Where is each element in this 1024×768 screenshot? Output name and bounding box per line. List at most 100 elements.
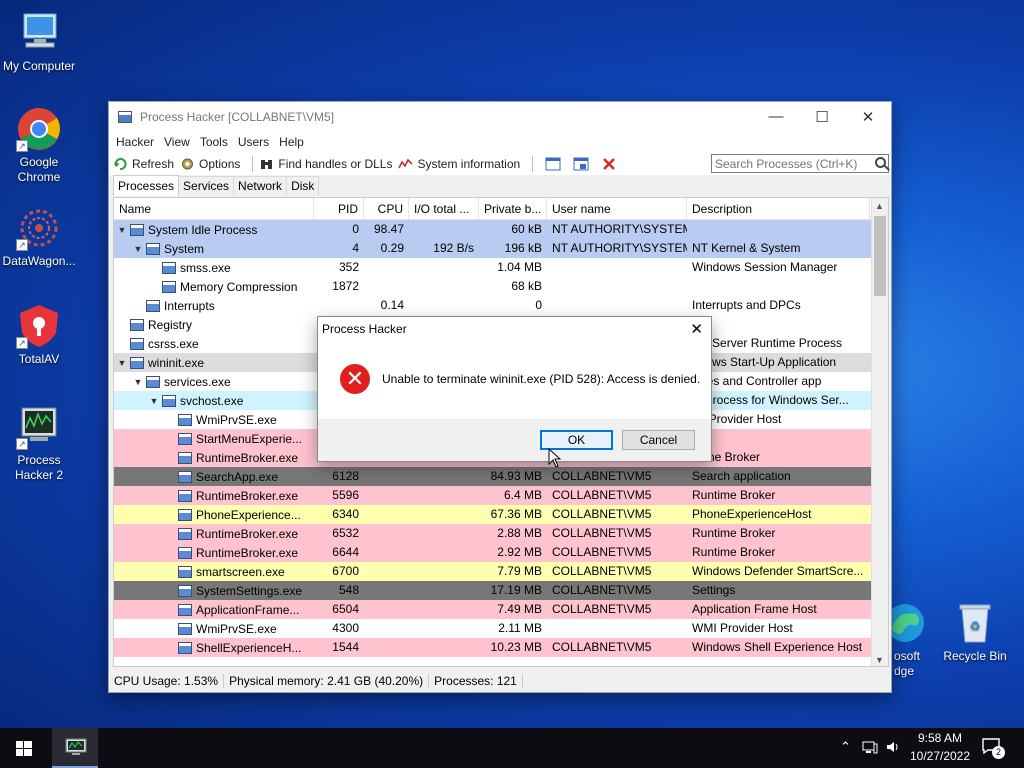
process-row[interactable]: ▼ System 4 0.29 192 B/s 196 kB NT AUTHORITY\SY… bbox=[114, 239, 888, 258]
expand-collapse-icon[interactable]: ▼ bbox=[132, 377, 144, 387]
process-name: RuntimeBroker.exe bbox=[196, 450, 299, 465]
column-header-description[interactable]: Description bbox=[687, 198, 870, 219]
expand-collapse-icon[interactable]: ▼ bbox=[116, 225, 128, 235]
tab-services[interactable]: Services bbox=[178, 176, 235, 196]
process-name-cell: RuntimeBroker.exe bbox=[114, 543, 314, 562]
scroll-down-icon[interactable]: ▼ bbox=[875, 655, 884, 665]
cancel-button[interactable]: Cancel bbox=[622, 430, 695, 450]
process-name: Interrupts bbox=[164, 298, 215, 313]
process-cpu bbox=[364, 258, 409, 277]
desktop-icon-datawagon[interactable]: ↗ DataWagon... bbox=[0, 205, 79, 269]
tab-network[interactable]: Network bbox=[233, 176, 288, 196]
menu-help[interactable]: Help bbox=[274, 135, 309, 149]
expand-collapse-icon[interactable]: ▼ bbox=[116, 358, 128, 368]
process-name-cell: smss.exe bbox=[114, 258, 314, 277]
process-icon bbox=[162, 261, 176, 274]
options-button[interactable]: Options bbox=[180, 157, 240, 171]
column-header-user-name[interactable]: User name bbox=[547, 198, 687, 219]
system-information-button[interactable]: System information bbox=[398, 157, 520, 171]
process-icon bbox=[178, 470, 192, 483]
process-row[interactable]: SearchApp.exe 6128 84.93 MB COLLABNET\VM5 Se… bbox=[114, 467, 888, 486]
scrollbar-thumb[interactable] bbox=[874, 216, 886, 296]
process-row[interactable]: WmiPrvSE.exe 4300 2.11 MB WMI Provider Host bbox=[114, 619, 888, 638]
volume-icon[interactable] bbox=[885, 740, 901, 757]
desktop-icon-google-chrome[interactable]: ↗ Google Chrome bbox=[0, 106, 79, 185]
taskbar-process-hacker[interactable] bbox=[52, 728, 98, 768]
minimize-button[interactable]: — bbox=[753, 102, 799, 131]
process-row[interactable]: Interrupts 0.14 0 Interrupts and DPCs bbox=[114, 296, 888, 315]
process-row[interactable]: PhoneExperience... 6340 67.36 MB COLLABNET\… bbox=[114, 505, 888, 524]
ok-button[interactable]: OK bbox=[540, 430, 613, 450]
menu-users[interactable]: Users bbox=[233, 135, 274, 149]
menu-bar: Hacker View Tools Users Help bbox=[109, 131, 891, 153]
clock-time[interactable]: 9:58 AM bbox=[910, 731, 970, 745]
scroll-up-icon[interactable]: ▲ bbox=[875, 201, 884, 211]
maximize-button[interactable]: ☐ bbox=[799, 102, 845, 131]
process-row[interactable]: SystemSettings.exe 548 17.19 MB COLLABNET\V… bbox=[114, 581, 888, 600]
terminate-icon[interactable] bbox=[601, 157, 617, 171]
process-io-total bbox=[409, 296, 479, 315]
close-button[interactable]: ✕ bbox=[845, 102, 891, 131]
start-button[interactable] bbox=[0, 728, 48, 768]
menu-tools[interactable]: Tools bbox=[195, 135, 233, 149]
process-row[interactable]: RuntimeBroker.exe 6644 2.92 MB COLLABNET\VM… bbox=[114, 543, 888, 562]
process-description: vices and Controller app bbox=[692, 374, 822, 388]
process-name-cell: csrss.exe bbox=[114, 334, 314, 353]
process-io-total: 192 B/s bbox=[433, 241, 474, 255]
column-header-io-total[interactable]: I/O total ... bbox=[409, 198, 479, 219]
column-header-pid[interactable]: PID bbox=[314, 198, 364, 219]
process-description bbox=[687, 277, 867, 296]
process-row[interactable]: ▼ System Idle Process 0 98.47 60 kB NT AUTHOR… bbox=[114, 220, 888, 239]
vertical-scrollbar[interactable]: ▲ ▼ bbox=[871, 198, 888, 666]
process-row[interactable]: ShellExperienceH... 1544 10.23 MB COLLABNET… bbox=[114, 638, 888, 657]
window-title: Process Hacker [COLLABNET\VM5] bbox=[140, 109, 335, 124]
dialog-close-button[interactable]: ✕ bbox=[690, 320, 703, 338]
tab-disk[interactable]: Disk bbox=[286, 176, 320, 196]
search-icon[interactable] bbox=[875, 157, 886, 168]
search-processes-input[interactable] bbox=[711, 154, 889, 173]
process-description: ndows Start-Up Application bbox=[692, 355, 837, 369]
menu-view[interactable]: View bbox=[159, 135, 195, 149]
window-properties-icon[interactable] bbox=[573, 157, 589, 171]
window-titlebar[interactable]: Process Hacker [COLLABNET\VM5] — ☐ ✕ bbox=[109, 102, 891, 131]
process-cpu bbox=[364, 277, 409, 296]
process-io-total bbox=[409, 581, 479, 600]
tab-processes[interactable]: Processes bbox=[113, 175, 180, 196]
process-cpu bbox=[364, 600, 409, 619]
column-header-cpu[interactable]: CPU bbox=[364, 198, 409, 219]
chrome-icon: ↗ bbox=[16, 106, 62, 152]
expand-collapse-icon[interactable]: ▼ bbox=[132, 244, 144, 254]
process-cpu bbox=[364, 524, 409, 543]
desktop-icon-totalav[interactable]: ↗ TotalAV bbox=[0, 303, 79, 367]
refresh-label: Refresh bbox=[132, 157, 175, 171]
process-row[interactable]: smartscreen.exe 6700 7.79 MB COLLABNET\VM5 W… bbox=[114, 562, 888, 581]
menu-hacker[interactable]: Hacker bbox=[111, 135, 159, 149]
find-handles-button[interactable]: Find handles or DLLs bbox=[259, 157, 392, 171]
process-name: Memory Compression bbox=[180, 279, 298, 294]
process-icon bbox=[130, 223, 144, 236]
process-private-bytes: 2.88 MB bbox=[497, 526, 542, 540]
process-pid: 6532 bbox=[332, 526, 359, 540]
process-cpu bbox=[364, 638, 409, 657]
process-row[interactable]: ApplicationFrame... 6504 7.49 MB COLLABNET\… bbox=[114, 600, 888, 619]
expand-collapse-icon[interactable]: ▼ bbox=[148, 396, 160, 406]
process-icon bbox=[178, 413, 192, 426]
desktop-icon-my-computer[interactable]: My Computer bbox=[0, 10, 79, 74]
clock-date[interactable]: 10/27/2022 bbox=[905, 749, 975, 763]
desktop-icon-process-hacker[interactable]: ↗ Process Hacker 2 bbox=[0, 404, 79, 483]
notification-center-button[interactable]: 2 bbox=[982, 738, 1005, 759]
toolbar-separator bbox=[532, 156, 534, 172]
process-row[interactable]: RuntimeBroker.exe 6532 2.88 MB COLLABNET\VM… bbox=[114, 524, 888, 543]
process-row[interactable]: smss.exe 352 1.04 MB Windows Session Manage… bbox=[114, 258, 888, 277]
process-row[interactable]: Memory Compression 1872 68 kB bbox=[114, 277, 888, 296]
process-io-total bbox=[409, 486, 479, 505]
process-row[interactable]: RuntimeBroker.exe 5596 6.4 MB COLLABNET\VM5… bbox=[114, 486, 888, 505]
column-header-name[interactable]: Name bbox=[114, 198, 314, 219]
window-icon[interactable] bbox=[545, 157, 561, 171]
desktop-icon-recycle-bin[interactable]: ♻ Recycle Bin bbox=[935, 600, 1015, 664]
network-icon[interactable] bbox=[862, 740, 878, 757]
column-header-private-bytes[interactable]: Private b... bbox=[479, 198, 547, 219]
process-private-bytes: 17.19 MB bbox=[490, 583, 542, 597]
show-hidden-icons-button[interactable]: ⌃ bbox=[840, 739, 851, 755]
refresh-button[interactable]: Refresh bbox=[113, 157, 174, 171]
